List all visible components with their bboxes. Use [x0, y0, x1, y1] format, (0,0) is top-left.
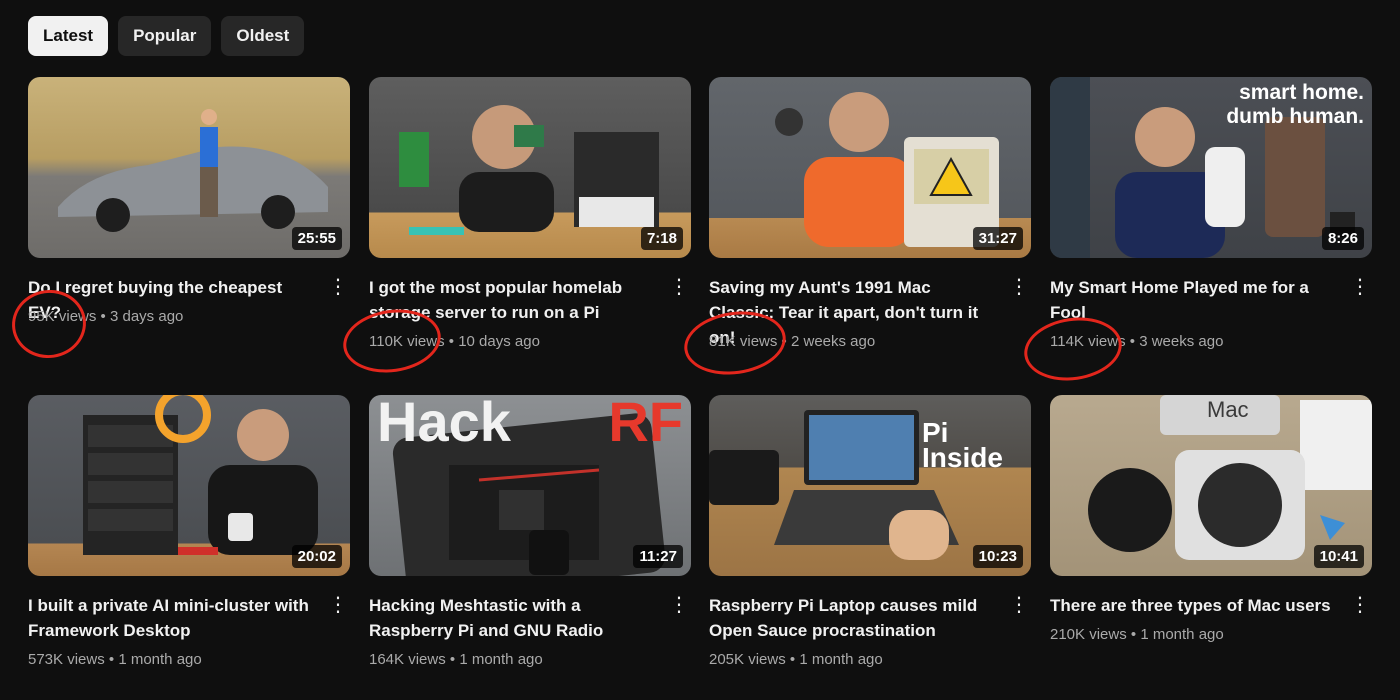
video-duration: 25:55	[291, 227, 342, 250]
video-card: 25:55 Do I regret buying the cheapest EV…	[28, 77, 350, 325]
upload-age: 2 weeks ago	[790, 333, 876, 350]
video-card: Hack RF 11:27 Hacking Meshtastic with a …	[369, 395, 691, 668]
thumbnail-caption: Mac	[1207, 397, 1249, 422]
video-title[interactable]: There are three types of Mac users	[1050, 593, 1340, 618]
meta-separator: •	[108, 651, 115, 668]
thumbnail-caption: Hack	[377, 395, 511, 453]
video-title[interactable]: Hacking Meshtastic with a Raspberry Pi a…	[369, 593, 659, 643]
upload-age: 1 month ago	[459, 651, 543, 668]
view-count: 573K views	[28, 651, 105, 668]
more-actions-icon[interactable]: ⋮	[1350, 275, 1370, 299]
video-thumbnail[interactable]: Mac 10:41	[1050, 395, 1372, 576]
video-duration: 31:27	[972, 227, 1023, 250]
video-thumbnail[interactable]: 25:55	[28, 77, 350, 258]
view-count: 164K views	[369, 651, 446, 668]
upload-age: 1 month ago	[1140, 626, 1224, 643]
meta-separator: •	[449, 651, 456, 668]
thumbnail-caption: dumb human.	[1226, 105, 1364, 128]
view-count: 210K views	[1050, 626, 1127, 643]
more-actions-icon[interactable]: ⋮	[1009, 275, 1029, 299]
video-duration: 7:18	[640, 227, 683, 250]
video-meta: 573K views • 1 month ago	[28, 651, 202, 668]
video-title[interactable]: My Smart Home Played me for a Fool	[1050, 275, 1340, 325]
video-card: Mac 10:41 There are three types of Mac u…	[1050, 395, 1372, 643]
video-duration: 11:27	[633, 545, 683, 568]
filter-latest[interactable]: Latest	[28, 16, 109, 56]
video-thumbnail[interactable]: Hack RF 11:27	[369, 395, 691, 576]
video-meta: 164K views • 1 month ago	[369, 651, 543, 668]
video-duration: 20:02	[291, 545, 342, 568]
upload-age: 1 month ago	[799, 651, 883, 668]
video-duration: 8:26	[1321, 227, 1364, 250]
video-thumbnail[interactable]: 7:18	[369, 77, 691, 258]
video-card: 20:02 I built a private AI mini-cluster …	[28, 395, 350, 668]
filter-chips: Latest Popular Oldest	[28, 16, 305, 56]
view-count: 205K views	[709, 651, 786, 668]
filter-oldest[interactable]: Oldest	[221, 16, 305, 56]
video-meta: 210K views • 1 month ago	[1050, 626, 1224, 643]
meta-separator: •	[1129, 333, 1136, 350]
upload-age: 3 weeks ago	[1139, 333, 1224, 350]
video-title[interactable]: I built a private AI mini-cluster with F…	[28, 593, 318, 643]
meta-separator: •	[789, 651, 796, 668]
video-duration: 10:41	[1313, 545, 1364, 568]
video-thumbnail[interactable]: Pi Inside 10:23	[709, 395, 1031, 576]
video-card: 7:18 I got the most popular homelab stor…	[369, 77, 691, 350]
meta-separator: •	[1130, 626, 1137, 643]
meta-separator: •	[448, 333, 455, 350]
video-card: smart home. dumb human. 8:26 My Smart Ho…	[1050, 77, 1372, 350]
video-card: 31:27 Saving my Aunt's 1991 Mac Classic:…	[709, 77, 1031, 350]
video-duration: 10:23	[972, 545, 1023, 568]
video-thumbnail[interactable]: 20:02	[28, 395, 350, 576]
thumbnail-caption: Inside	[922, 442, 1003, 473]
video-title[interactable]: Raspberry Pi Laptop causes mild Open Sau…	[709, 593, 999, 643]
more-actions-icon[interactable]: ⋮	[1350, 593, 1370, 617]
filter-popular[interactable]: Popular	[118, 16, 212, 56]
more-actions-icon[interactable]: ⋮	[328, 275, 348, 299]
video-thumbnail[interactable]: 31:27	[709, 77, 1031, 258]
more-actions-icon[interactable]: ⋮	[669, 275, 689, 299]
upload-age: 10 days ago	[458, 333, 540, 350]
more-actions-icon[interactable]: ⋮	[1009, 593, 1029, 617]
video-meta: 205K views • 1 month ago	[709, 651, 883, 668]
more-actions-icon[interactable]: ⋮	[669, 593, 689, 617]
thumbnail-caption: smart home.	[1239, 81, 1364, 104]
meta-separator: •	[100, 308, 106, 325]
video-card: Pi Inside 10:23 Raspberry Pi Laptop caus…	[709, 395, 1031, 668]
upload-age: 3 days ago	[109, 308, 184, 325]
more-actions-icon[interactable]: ⋮	[328, 593, 348, 617]
video-thumbnail[interactable]: smart home. dumb human. 8:26	[1050, 77, 1372, 258]
thumbnail-caption: RF	[608, 395, 683, 453]
upload-age: 1 month ago	[118, 651, 202, 668]
